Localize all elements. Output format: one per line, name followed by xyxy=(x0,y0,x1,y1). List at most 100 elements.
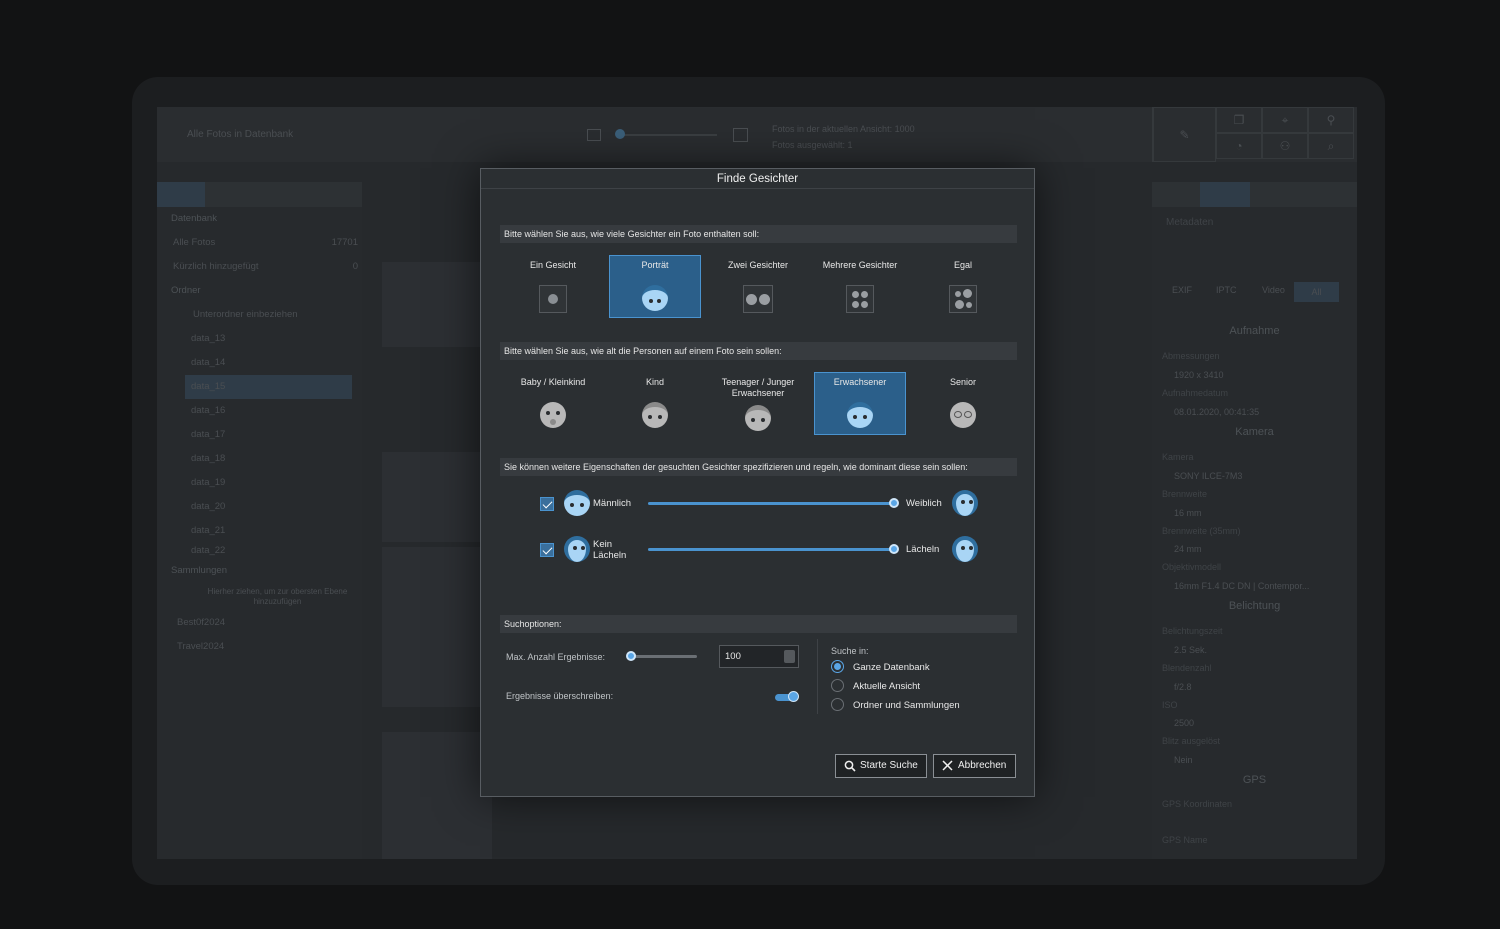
gender-slider[interactable] xyxy=(648,502,895,505)
folder-item[interactable]: data_17 xyxy=(157,423,362,447)
folder-item[interactable]: data_21 xyxy=(157,519,362,543)
include-subfolders-toggle[interactable]: Unterordner einbeziehen xyxy=(157,303,362,327)
lens-value: 16mm F1.4 DC DN | Contempor... xyxy=(1174,581,1310,591)
photo-thumbnail[interactable] xyxy=(382,547,492,707)
overwrite-toggle[interactable] xyxy=(775,691,799,702)
tab-exif[interactable]: EXIF xyxy=(1172,285,1192,295)
max-results-slider-knob[interactable] xyxy=(626,651,636,661)
heading-belichtung: Belichtung xyxy=(1228,600,1281,612)
tab-video[interactable]: Video xyxy=(1262,285,1285,295)
photo-thumbnail[interactable] xyxy=(382,262,492,347)
location-pin-icon[interactable]: ⌖ xyxy=(1262,107,1308,133)
face-search-icon[interactable]: ◔ xyxy=(1216,133,1262,159)
top-toolbar: Alle Fotos in Datenbank Fotos in der akt… xyxy=(157,107,1357,162)
focal35-value: 24 mm xyxy=(1174,544,1202,554)
option-label: Mehrere Gesichter xyxy=(822,260,898,270)
photo-thumbnail[interactable] xyxy=(382,732,492,859)
folders-collections-label: Ordner und Sammlungen xyxy=(853,700,960,711)
find-faces-dialog: Finde Gesichter Bitte wählen Sie aus, wi… xyxy=(480,168,1035,797)
folder-item[interactable]: data_16 xyxy=(157,399,362,423)
folder-item[interactable]: data_22 xyxy=(157,543,362,559)
option-one-face[interactable]: Ein Gesicht xyxy=(507,255,599,318)
option-portrait[interactable]: Porträt xyxy=(609,255,701,318)
gender-slider-knob[interactable] xyxy=(889,498,899,508)
heading-kamera: Kamera xyxy=(1235,426,1274,438)
gender-checkbox[interactable] xyxy=(540,497,554,511)
exposure-value: 2.5 Sek. xyxy=(1174,645,1208,655)
photos-in-view: Fotos in der aktuellen Ansicht: 1000 xyxy=(772,124,915,134)
camera-value: SONY ILCE-7M3 xyxy=(1174,471,1243,481)
start-search-label: Starte Suche xyxy=(860,760,918,771)
max-results-slider[interactable] xyxy=(631,655,697,658)
heading-aufnahme: Aufnahme xyxy=(1229,325,1280,337)
search-icon[interactable]: ⌕ xyxy=(1308,133,1354,159)
radio-current-view[interactable] xyxy=(831,679,844,692)
whole-database-label: Ganze Datenbank xyxy=(853,662,930,673)
collection-item[interactable]: Best0f2024 xyxy=(157,611,362,635)
heading-gps: GPS xyxy=(1242,774,1267,786)
max-results-input[interactable]: 100 xyxy=(719,645,799,668)
radio-folders-collections[interactable] xyxy=(831,698,844,711)
section-collections[interactable]: Sammlungen xyxy=(157,559,362,583)
folder-item[interactable]: data_19 xyxy=(157,471,362,495)
iso-label: ISO xyxy=(1162,700,1178,710)
smile-checkbox[interactable] xyxy=(540,543,554,557)
search-options-label: Suchoptionen: xyxy=(500,615,1017,633)
all-photos-label: Alle Fotos xyxy=(173,237,216,248)
current-view-label: Aktuelle Ansicht xyxy=(853,681,921,692)
edit-notes-icon[interactable]: ✎ xyxy=(1153,107,1216,162)
child-face-icon xyxy=(642,402,668,428)
option-baby[interactable]: Baby / Kleinkind xyxy=(507,372,599,435)
sidebar-item-all-photos[interactable]: Alle Fotos 17701 xyxy=(157,231,362,255)
folder-item[interactable]: data_13 xyxy=(157,327,362,351)
option-multiple-faces[interactable]: Mehrere Gesichter xyxy=(814,255,906,318)
spinner-icon[interactable] xyxy=(784,650,795,663)
tab-folders[interactable] xyxy=(157,182,205,207)
search-in-label: Suche in: xyxy=(831,646,869,656)
folder-item-selected[interactable]: data_15 xyxy=(185,375,352,399)
radio-whole-database[interactable] xyxy=(831,660,844,673)
folder-item[interactable]: data_20 xyxy=(157,495,362,519)
zoom-slider-knob[interactable] xyxy=(615,129,625,139)
age-section-label: Bitte wählen Sie aus, wie alt die Person… xyxy=(500,342,1017,360)
collection-item[interactable]: Travel2024 xyxy=(157,635,362,659)
zoom-slider[interactable] xyxy=(617,134,717,136)
option-teenager[interactable]: Teenager / Junger Erwachsener xyxy=(712,372,804,435)
small-thumbnail-icon[interactable] xyxy=(587,129,601,141)
option-two-faces[interactable]: Zwei Gesichter xyxy=(712,255,804,318)
option-label: Zwei Gesichter xyxy=(727,260,789,270)
large-thumbnail-icon[interactable] xyxy=(733,128,748,142)
tab-metadata[interactable] xyxy=(1200,182,1250,207)
recent-label: Kürzlich hinzugefügt xyxy=(173,261,259,272)
option-child[interactable]: Kind xyxy=(609,372,701,435)
date-label: Aufnahmedatum xyxy=(1162,388,1229,398)
cancel-button[interactable]: Abbrechen xyxy=(933,754,1016,778)
overwrite-label: Ergebnisse überschreiben: xyxy=(506,691,614,701)
option-senior[interactable]: Senior xyxy=(917,372,1009,435)
baby-face-icon xyxy=(540,402,566,428)
photo-thumbnail[interactable] xyxy=(382,452,492,542)
start-search-button[interactable]: Starte Suche xyxy=(835,754,927,778)
any-faces-icon xyxy=(949,285,977,313)
smile-slider[interactable] xyxy=(648,548,895,551)
folder-item[interactable]: data_14 xyxy=(157,351,362,375)
tag-icon[interactable]: ⚲ xyxy=(1308,107,1354,133)
tab-iptc[interactable]: IPTC xyxy=(1216,285,1237,295)
tab-all[interactable]: All xyxy=(1294,282,1339,302)
section-folders[interactable]: Ordner xyxy=(157,279,362,303)
date-value: 08.01.2020, 00:41:35 xyxy=(1174,407,1260,417)
flash-label: Blitz ausgelöst xyxy=(1162,736,1221,746)
folder-item[interactable]: data_18 xyxy=(157,447,362,471)
sidebar-item-recent[interactable]: Kürzlich hinzugefügt 0 xyxy=(157,255,362,279)
collections-hint: Hierher ziehen, um zur obersten Ebene hi… xyxy=(207,587,348,606)
gps-coord-label: GPS Koordinaten xyxy=(1162,799,1233,809)
people-icon[interactable]: ⚇ xyxy=(1262,133,1308,159)
option-any[interactable]: Egal xyxy=(917,255,1009,318)
duplicates-icon[interactable]: ❐ xyxy=(1216,107,1262,133)
lens-label: Objektivmodell xyxy=(1162,562,1222,572)
options-divider xyxy=(817,639,818,714)
smiling-face-icon xyxy=(952,536,978,562)
smile-slider-knob[interactable] xyxy=(889,544,899,554)
section-database[interactable]: Datenbank xyxy=(157,207,362,231)
option-adult[interactable]: Erwachsener xyxy=(814,372,906,435)
